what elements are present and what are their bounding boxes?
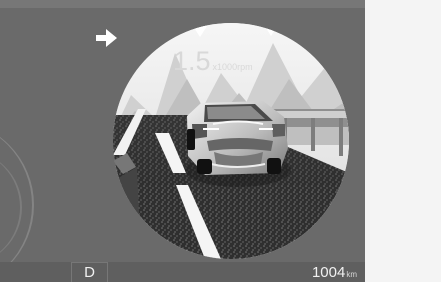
right-page-margin — [365, 0, 441, 282]
rpm-value: 1.5 — [173, 46, 211, 76]
rpm-unit: x1000rpm — [212, 62, 253, 72]
right-arrow-icon — [96, 29, 117, 47]
bottom-status-bar — [0, 262, 365, 282]
odometer-value: 1004 — [311, 264, 346, 281]
cluster-display: 1.5 x1000rpm D 1004 km — [0, 0, 365, 282]
odometer: 1004 km — [312, 265, 357, 280]
gear-indicator: D — [71, 262, 108, 282]
top-status-strip — [0, 0, 365, 8]
sedan-car — [185, 101, 291, 187]
instrument-cluster-screenshot: 1.5 x1000rpm D 1004 km — [0, 0, 441, 282]
odometer-unit: km — [346, 270, 357, 279]
rpm-readout: 1.5 x1000rpm — [173, 48, 253, 82]
